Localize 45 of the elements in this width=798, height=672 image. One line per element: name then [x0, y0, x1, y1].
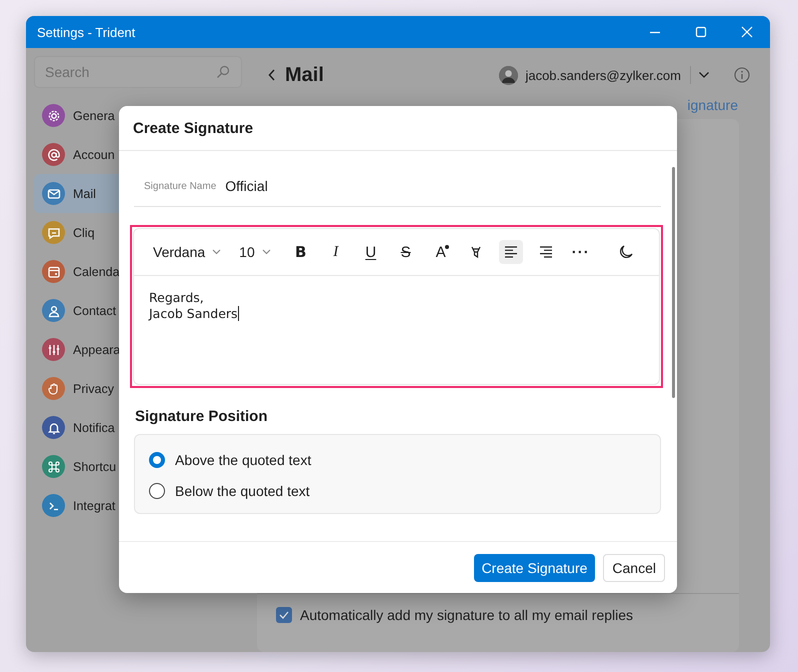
page-title: Mail	[285, 64, 325, 86]
more-button[interactable]: ···	[568, 240, 593, 264]
field-label: Signature Name	[144, 180, 216, 192]
italic-button[interactable]: I	[324, 240, 348, 264]
checkbox[interactable]	[276, 607, 292, 623]
create-button[interactable]: Create Signature	[474, 554, 596, 582]
window-title: Settings - Trident	[37, 24, 136, 40]
sidebar-item[interactable]: Accoun	[34, 135, 119, 174]
dialog-title: Create Signature	[133, 120, 254, 136]
radio-option[interactable]: Below the quoted text	[149, 479, 646, 502]
radio-button[interactable]	[149, 452, 165, 468]
checkmark-icon	[279, 611, 289, 619]
size-dropdown[interactable]: 10	[239, 244, 271, 260]
sidebar-item[interactable]: Shortcu	[34, 447, 119, 486]
sidebar-item[interactable]: Cliq	[34, 213, 119, 252]
chevron-down-icon[interactable]	[698, 71, 710, 79]
back-icon[interactable]	[267, 68, 277, 82]
section-title: Signature Position	[135, 408, 269, 425]
signature-editor[interactable]: Verdana 10 B I U S A ··· Regards, Jacob Sanders	[130, 225, 663, 388]
cancel-button[interactable]: Cancel	[603, 554, 665, 582]
scrollbar[interactable]	[672, 167, 675, 398]
chevron-down-icon[interactable]	[212, 249, 222, 255]
sidebar-item[interactable]: Calenda	[34, 252, 119, 291]
underline-button[interactable]: U	[358, 240, 383, 264]
signature-text[interactable]: Regards, Jacob Sanders	[134, 276, 659, 384]
sidebar-item[interactable]: Appeara	[34, 330, 119, 369]
font-color-button[interactable]: A	[428, 240, 453, 264]
align-left-icon[interactable]	[498, 240, 523, 264]
search-icon	[216, 65, 230, 79]
bold-button[interactable]: B	[288, 240, 313, 264]
font-dropdown[interactable]: Verdana	[153, 244, 222, 260]
sidebar-item[interactable]: Contact	[34, 291, 119, 330]
sidebar-item[interactable]: Integrat	[34, 486, 119, 525]
sidebar-item[interactable]: Mail	[34, 174, 119, 213]
radio-option[interactable]: Above the quoted text	[149, 448, 646, 471]
sidebar-item[interactable]: Privacy	[34, 369, 119, 408]
sidebar-item[interactable]: Genera	[34, 96, 119, 135]
avatar-icon	[499, 66, 518, 84]
radio-button[interactable]	[149, 482, 165, 498]
account-email: jacob.sanders@zylker.com	[525, 68, 681, 82]
checkbox-label[interactable]: Automatically add my signature to all my email replies	[300, 607, 634, 623]
strikethrough-button[interactable]: S	[394, 240, 418, 264]
chevron-down-icon[interactable]	[262, 249, 271, 255]
info-icon[interactable]	[734, 67, 750, 83]
sidebar-item[interactable]: Notifica	[34, 408, 119, 447]
